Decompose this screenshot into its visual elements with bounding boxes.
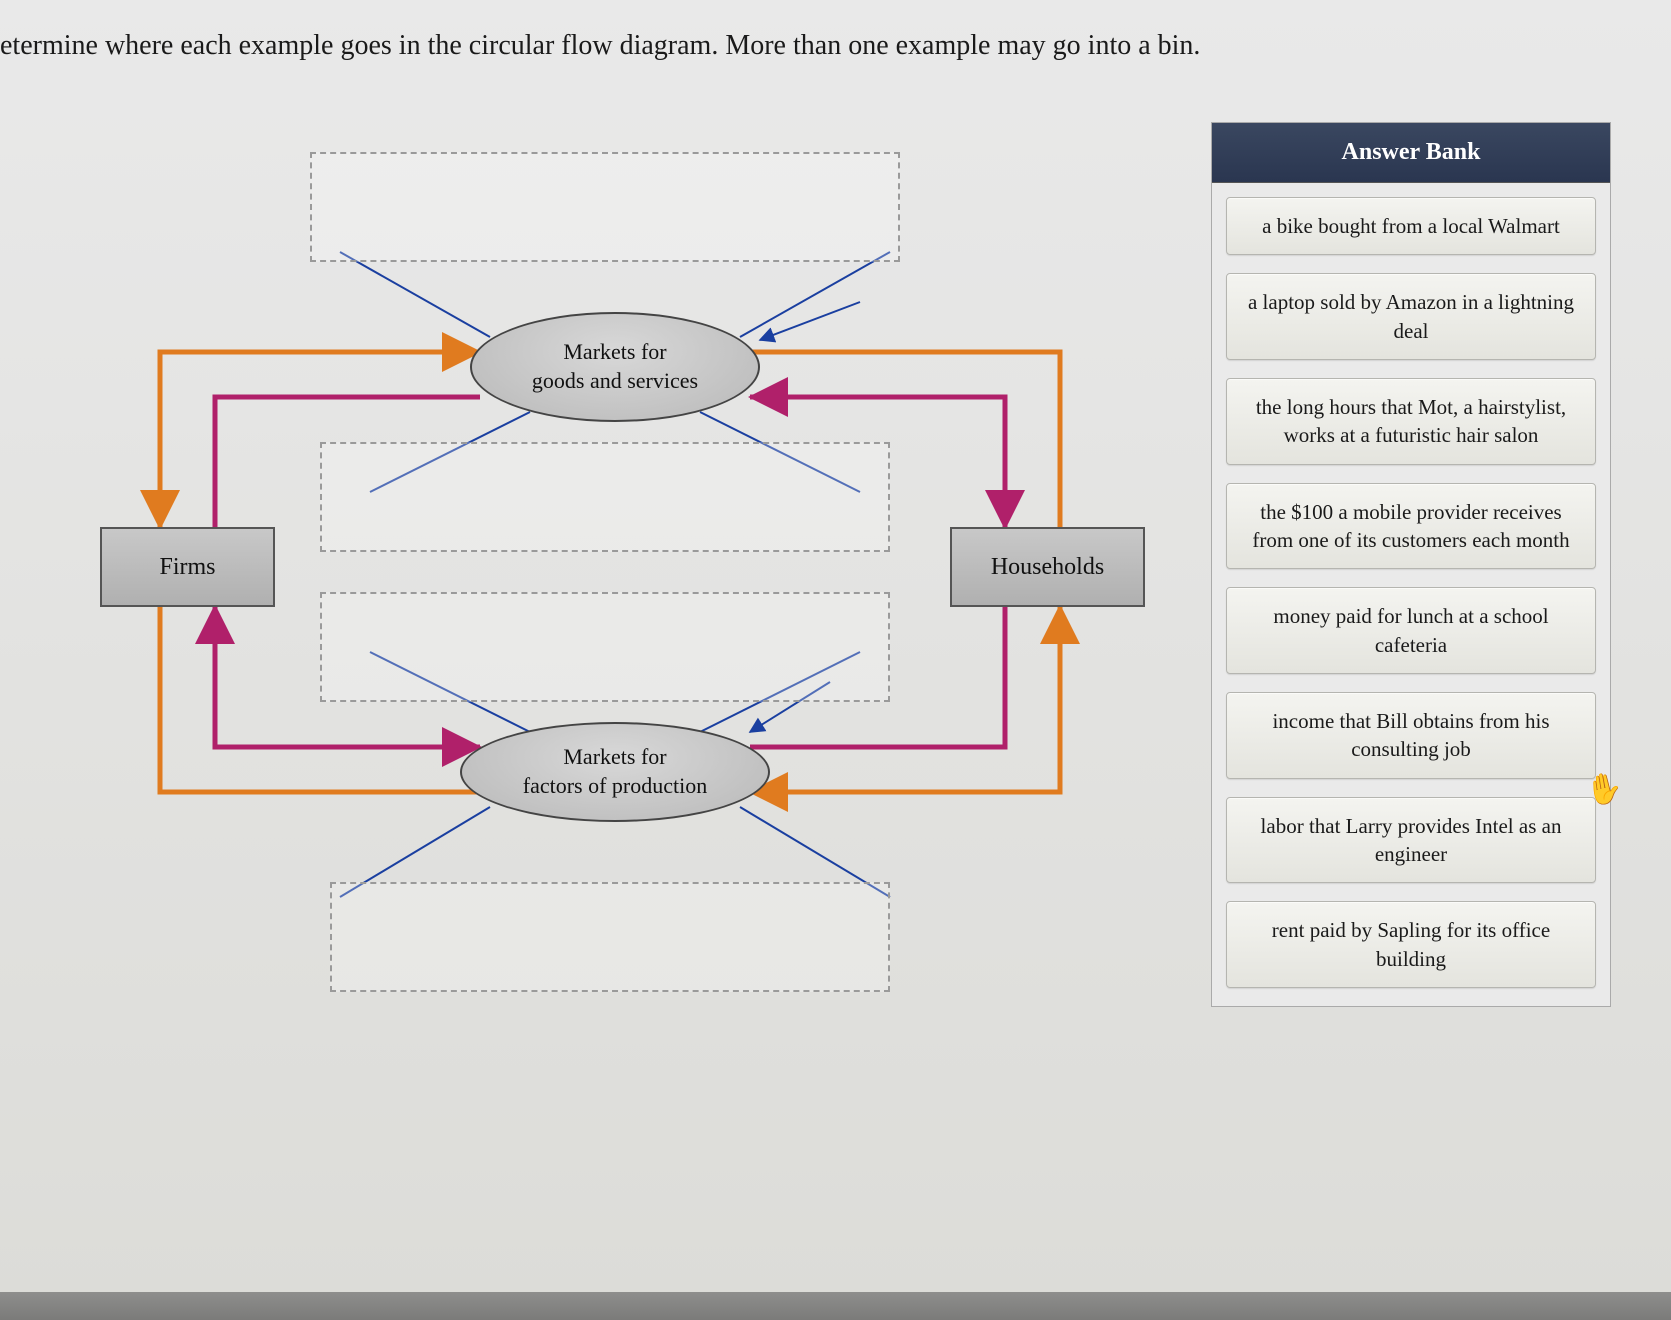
households-label: Households <box>991 554 1104 581</box>
answer-item[interactable]: the $100 a mobile provider receives from… <box>1226 483 1596 570</box>
answer-bank-header: Answer Bank <box>1212 123 1610 183</box>
answer-item[interactable]: a bike bought from a local Walmart <box>1226 197 1596 255</box>
hand-cursor-icon: ✋ <box>1583 769 1626 810</box>
drop-zone-top[interactable] <box>310 152 900 262</box>
drop-zone-upper-middle[interactable] <box>320 442 890 552</box>
households-node: Households <box>950 527 1145 607</box>
answer-bank-body: a bike bought from a local Walmart a lap… <box>1212 183 1610 1006</box>
factors-market-label-1: Markets for <box>563 743 666 772</box>
answer-bank: Answer Bank a bike bought from a local W… <box>1211 122 1611 1007</box>
drop-zone-lower-middle[interactable] <box>320 592 890 702</box>
answer-item[interactable]: money paid for lunch at a school cafeter… <box>1226 587 1596 674</box>
bottom-bar <box>0 1292 1671 1320</box>
answer-item[interactable]: income that Bill obtains from his consul… <box>1226 692 1596 779</box>
factors-market-label-2: factors of production <box>523 772 708 801</box>
answer-item[interactable]: rent paid by Sapling for its office buil… <box>1226 901 1596 988</box>
goods-market-label-2: goods and services <box>532 367 698 396</box>
firms-node: Firms <box>100 527 275 607</box>
drop-zone-bottom[interactable] <box>330 882 890 992</box>
factors-market-node: Markets for factors of production <box>460 722 770 822</box>
answer-item[interactable]: a laptop sold by Amazon in a lightning d… <box>1226 273 1596 360</box>
question-instructions: etermine where each example goes in the … <box>0 30 1671 62</box>
circular-flow-diagram: Firms Households Markets for goods and s… <box>60 122 1150 1022</box>
goods-market-label-1: Markets for <box>563 338 666 367</box>
answer-item[interactable]: the long hours that Mot, a hairstylist, … <box>1226 378 1596 465</box>
firms-label: Firms <box>159 554 215 581</box>
goods-market-node: Markets for goods and services <box>470 312 760 422</box>
answer-item[interactable]: labor that Larry provides Intel as an en… <box>1226 797 1596 884</box>
